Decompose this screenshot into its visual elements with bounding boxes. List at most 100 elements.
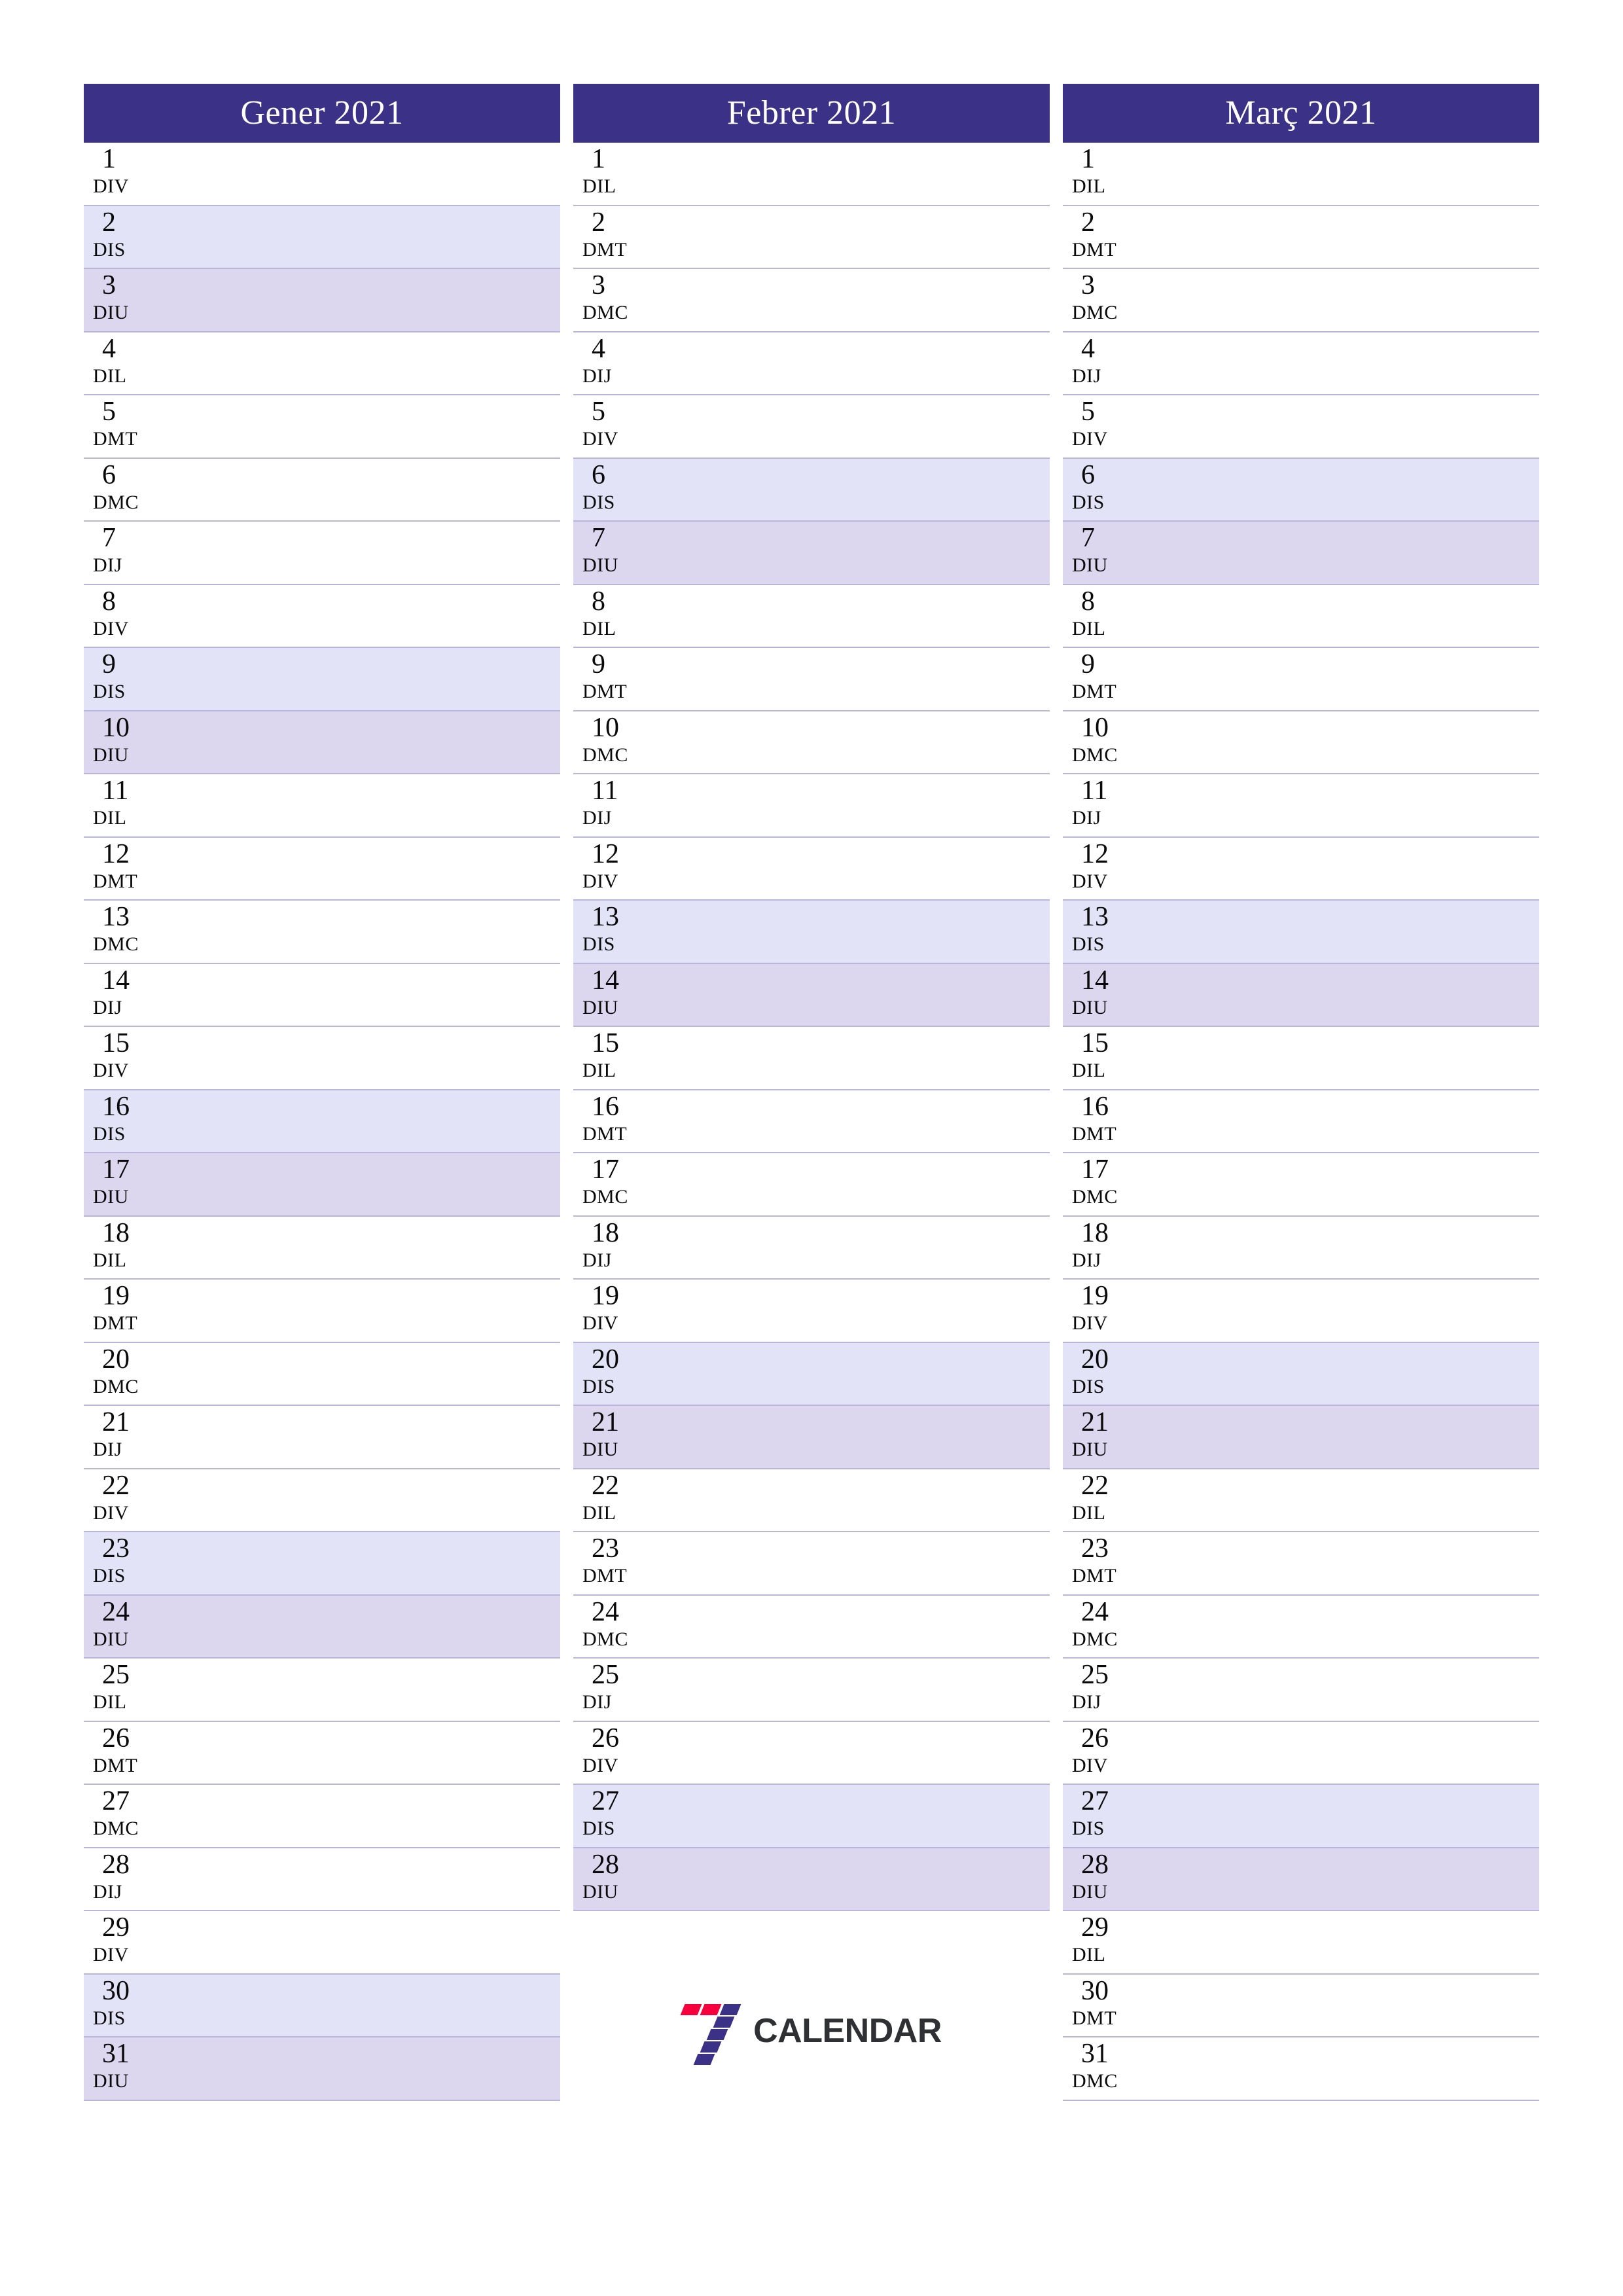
day-row[interactable]: 14 DIU [1063, 963, 1539, 1027]
day-row[interactable]: 23 DIS [84, 1532, 560, 1596]
day-row[interactable]: 13 DMC [84, 901, 560, 964]
day-row[interactable]: 13 DIS [573, 901, 1050, 964]
weekday-abbreviation: DIJ [93, 554, 122, 576]
day-row[interactable]: 3 DMC [1063, 269, 1539, 332]
day-row[interactable]: 12 DIV [573, 837, 1050, 901]
day-row[interactable]: 28 DIU [573, 1848, 1050, 1911]
day-row[interactable]: 3 DIU [84, 269, 560, 332]
day-row[interactable]: 5 DMT [84, 395, 560, 459]
day-number: 8 [1081, 586, 1095, 617]
day-row[interactable]: 21 DIU [1063, 1406, 1539, 1469]
day-row[interactable]: 17 DMC [573, 1153, 1050, 1217]
day-number: 14 [1081, 965, 1109, 996]
day-row[interactable]: 16 DMT [1063, 1090, 1539, 1153]
day-row[interactable]: 23 DMT [1063, 1532, 1539, 1596]
day-row[interactable]: 19 DIV [1063, 1280, 1539, 1343]
day-row[interactable]: 4 DIJ [573, 332, 1050, 395]
day-row[interactable]: 10 DMC [1063, 711, 1539, 774]
day-row[interactable]: 12 DIV [1063, 837, 1539, 901]
day-number: 14 [102, 965, 130, 996]
day-row[interactable]: 1 DIV [84, 143, 560, 206]
day-row[interactable]: 9 DMT [573, 648, 1050, 711]
day-row[interactable]: 15 DIL [1063, 1027, 1539, 1090]
day-number: 21 [102, 1407, 130, 1437]
day-row[interactable]: 15 DIV [84, 1027, 560, 1090]
day-row[interactable]: 27 DIS [573, 1785, 1050, 1848]
day-row[interactable]: 31 DMC [1063, 2037, 1539, 2101]
day-number: 5 [102, 397, 116, 427]
day-number: 25 [592, 1660, 619, 1690]
day-row[interactable]: 22 DIV [84, 1469, 560, 1532]
day-row[interactable]: 13 DIS [1063, 901, 1539, 964]
day-row[interactable]: 24 DMC [573, 1595, 1050, 1659]
day-row[interactable]: 23 DMT [573, 1532, 1050, 1596]
day-row[interactable]: 7 DIU [1063, 522, 1539, 585]
day-row[interactable]: 10 DIU [84, 711, 560, 774]
day-row[interactable]: 8 DIV [84, 584, 560, 648]
day-row[interactable]: 21 DIJ [84, 1406, 560, 1469]
day-row[interactable]: 26 DIV [1063, 1721, 1539, 1785]
day-row[interactable]: 8 DIL [573, 584, 1050, 648]
day-row[interactable]: 8 DIL [1063, 584, 1539, 648]
day-row[interactable]: 21 DIU [573, 1406, 1050, 1469]
day-row[interactable]: 9 DMT [1063, 648, 1539, 711]
day-row[interactable]: 6 DIS [573, 458, 1050, 522]
day-row[interactable]: 11 DIJ [573, 774, 1050, 838]
day-row[interactable]: 7 DIU [573, 522, 1050, 585]
day-row[interactable]: 4 DIL [84, 332, 560, 395]
day-row[interactable]: 20 DMC [84, 1342, 560, 1406]
day-row[interactable]: 30 DMT [1063, 1974, 1539, 2037]
day-row[interactable]: 19 DMT [84, 1280, 560, 1343]
day-row[interactable]: 31 DIU [84, 2037, 560, 2101]
day-row[interactable]: 2 DMT [573, 206, 1050, 269]
day-row[interactable]: 25 DIL [84, 1659, 560, 1722]
day-row[interactable]: 28 DIJ [84, 1848, 560, 1911]
weekday-abbreviation: DIL [1072, 1060, 1106, 1081]
day-row[interactable]: 17 DMC [1063, 1153, 1539, 1217]
day-row[interactable]: 1 DIL [1063, 143, 1539, 206]
day-row[interactable]: 28 DIU [1063, 1848, 1539, 1911]
day-row[interactable]: 4 DIJ [1063, 332, 1539, 395]
day-row[interactable]: 1 DIL [573, 143, 1050, 206]
day-row[interactable]: 26 DIV [573, 1721, 1050, 1785]
day-row[interactable]: 16 DMT [573, 1090, 1050, 1153]
day-row[interactable]: 18 DIL [84, 1216, 560, 1280]
day-row[interactable]: 20 DIS [1063, 1342, 1539, 1406]
day-row[interactable]: 10 DMC [573, 711, 1050, 774]
day-row[interactable]: 7 DIJ [84, 522, 560, 585]
day-row[interactable]: 9 DIS [84, 648, 560, 711]
day-row[interactable]: 2 DMT [1063, 206, 1539, 269]
day-row[interactable]: 11 DIJ [1063, 774, 1539, 838]
day-row[interactable]: 11 DIL [84, 774, 560, 838]
day-row[interactable]: 16 DIS [84, 1090, 560, 1153]
day-row[interactable]: 22 DIL [1063, 1469, 1539, 1532]
day-row[interactable]: 29 DIL [1063, 1911, 1539, 1975]
day-row[interactable]: 24 DIU [84, 1595, 560, 1659]
day-row[interactable]: 19 DIV [573, 1280, 1050, 1343]
day-row[interactable]: 15 DIL [573, 1027, 1050, 1090]
day-row[interactable]: 12 DMT [84, 837, 560, 901]
day-row[interactable]: 18 DIJ [573, 1216, 1050, 1280]
day-row[interactable]: 6 DMC [84, 458, 560, 522]
day-number: 11 [102, 776, 129, 806]
day-row[interactable]: 29 DIV [84, 1911, 560, 1975]
day-row[interactable]: 20 DIS [573, 1342, 1050, 1406]
day-row[interactable]: 2 DIS [84, 206, 560, 269]
day-row[interactable]: 14 DIJ [84, 963, 560, 1027]
day-row[interactable]: 14 DIU [573, 963, 1050, 1027]
day-row[interactable]: 3 DMC [573, 269, 1050, 332]
day-row[interactable]: 18 DIJ [1063, 1216, 1539, 1280]
day-row[interactable]: 17 DIU [84, 1153, 560, 1217]
day-row[interactable]: 5 DIV [1063, 395, 1539, 459]
day-row[interactable]: 25 DIJ [1063, 1659, 1539, 1722]
day-row[interactable]: 6 DIS [1063, 458, 1539, 522]
day-row[interactable]: 26 DMT [84, 1721, 560, 1785]
day-row[interactable]: 25 DIJ [573, 1659, 1050, 1722]
day-row[interactable]: 5 DIV [573, 395, 1050, 459]
day-row[interactable]: 30 DIS [84, 1974, 560, 2037]
day-number: 20 [1081, 1344, 1109, 1374]
day-row[interactable]: 24 DMC [1063, 1595, 1539, 1659]
day-row[interactable]: 22 DIL [573, 1469, 1050, 1532]
day-row[interactable]: 27 DIS [1063, 1785, 1539, 1848]
day-row[interactable]: 27 DMC [84, 1785, 560, 1848]
